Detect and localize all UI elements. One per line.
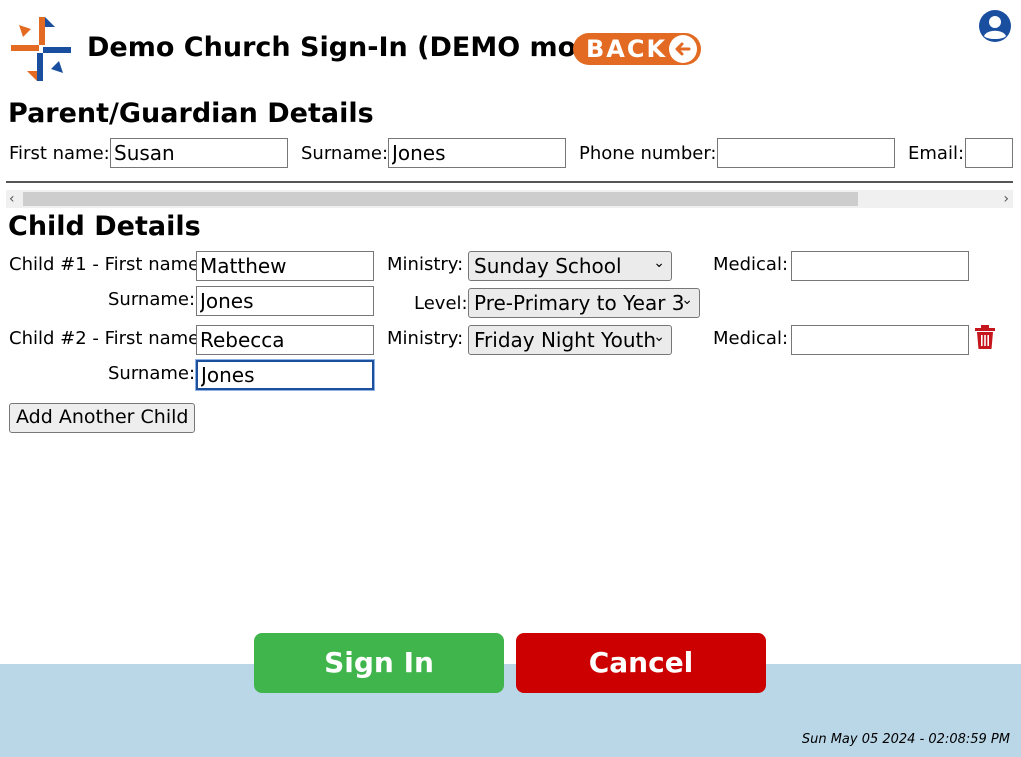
child2-first-name-input[interactable] bbox=[196, 325, 374, 355]
scroll-right-icon[interactable]: › bbox=[1003, 190, 1009, 208]
chevron-down-icon: ⌄ bbox=[653, 255, 665, 271]
parent-surname-input[interactable] bbox=[388, 138, 566, 168]
child2-ministry-select[interactable]: Friday Night Youth ⌄ bbox=[468, 325, 672, 355]
scrollbar-thumb[interactable] bbox=[23, 192, 858, 206]
user-circle-icon[interactable] bbox=[978, 9, 1012, 43]
child1-first-name-label: Child #1 - First name: bbox=[9, 254, 206, 275]
child2-first-name-label: Child #2 - First name: bbox=[9, 328, 206, 349]
child2-ministry-value: Friday Night Youth bbox=[474, 328, 657, 352]
email-input[interactable] bbox=[965, 138, 1013, 168]
chevron-down-icon: ⌄ bbox=[681, 292, 693, 308]
child1-ministry-select[interactable]: Sunday School ⌄ bbox=[468, 251, 672, 281]
child1-surname-input[interactable] bbox=[196, 286, 374, 316]
child-section-heading: Child Details bbox=[8, 211, 201, 242]
section-divider bbox=[6, 181, 1013, 183]
child1-level-value: Pre-Primary to Year 3 bbox=[474, 291, 685, 315]
child1-medical-label: Medical: bbox=[713, 254, 789, 275]
child1-surname-label: Surname: bbox=[108, 289, 196, 310]
child2-surname-label: Surname: bbox=[108, 363, 196, 384]
back-button[interactable]: BACK bbox=[573, 33, 701, 65]
add-child-button[interactable]: Add Another Child bbox=[9, 403, 196, 433]
child1-ministry-label: Ministry: bbox=[387, 254, 464, 275]
child1-first-name-input[interactable] bbox=[196, 251, 374, 281]
child1-level-label: Level: bbox=[414, 293, 468, 314]
arrow-left-icon bbox=[669, 35, 697, 63]
child1-medical-input[interactable] bbox=[791, 251, 969, 281]
child2-ministry-label: Ministry: bbox=[387, 328, 464, 349]
phone-label: Phone number: bbox=[579, 143, 717, 164]
child2-medical-label: Medical: bbox=[713, 328, 789, 349]
horizontal-scrollbar[interactable]: ‹ › bbox=[6, 190, 1013, 208]
parent-first-name-label: First name: bbox=[9, 143, 110, 164]
trash-icon[interactable] bbox=[975, 325, 995, 349]
parent-section-heading: Parent/Guardian Details bbox=[8, 98, 374, 129]
page-title: Demo Church Sign-In (DEMO mode) bbox=[87, 32, 627, 63]
sign-in-button[interactable]: Sign In bbox=[254, 633, 504, 693]
scroll-left-icon[interactable]: ‹ bbox=[9, 190, 15, 208]
child1-level-select[interactable]: Pre-Primary to Year 3 ⌄ bbox=[468, 288, 700, 318]
parent-surname-label: Surname: bbox=[301, 143, 389, 164]
child2-medical-input[interactable] bbox=[791, 325, 969, 355]
parent-first-name-input[interactable] bbox=[110, 138, 288, 168]
chevron-down-icon: ⌄ bbox=[653, 329, 665, 345]
child1-ministry-value: Sunday School bbox=[474, 254, 622, 278]
child2-surname-input[interactable] bbox=[196, 360, 374, 390]
back-button-label: BACK bbox=[586, 35, 668, 63]
cancel-button[interactable]: Cancel bbox=[516, 633, 766, 693]
church-logo bbox=[11, 17, 71, 81]
phone-input[interactable] bbox=[717, 138, 895, 168]
timestamp: Sun May 05 2024 - 02:08:59 PM bbox=[801, 732, 1010, 747]
header: Demo Church Sign-In (DEMO mode) BACK bbox=[0, 0, 1021, 96]
email-label: Email: bbox=[908, 143, 965, 164]
